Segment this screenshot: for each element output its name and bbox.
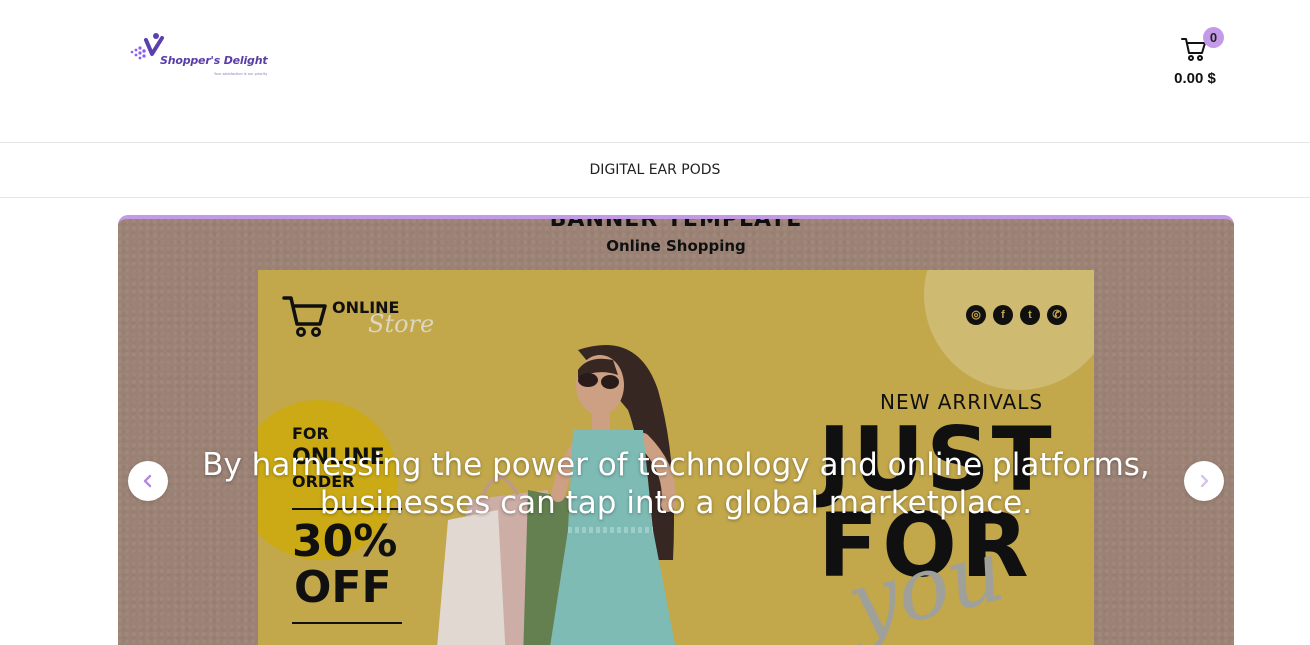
- caption-line: By harnessing the power of technology an…: [202, 447, 1150, 483]
- cart-widget[interactable]: 0 0.00 $: [1160, 26, 1230, 92]
- slide-overlay: [118, 219, 1234, 645]
- slider-next-button[interactable]: [1184, 461, 1224, 501]
- cart-total: 0.00 $: [1174, 70, 1216, 87]
- slider-prev-button[interactable]: [128, 461, 168, 501]
- cart-count-badge: 0: [1203, 27, 1224, 48]
- hero-slider: BANNER TEMPLATE Online Shopping ONLINE S…: [118, 215, 1234, 645]
- chevron-left-icon: [143, 474, 152, 488]
- slide-caption: By harnessing the power of technology an…: [118, 446, 1234, 522]
- caption-line: businesses can tap into a global marketp…: [319, 485, 1033, 521]
- chevron-right-icon: [1200, 474, 1209, 488]
- site-header: Shopper's Delight Your satisfaction is o…: [0, 0, 1310, 142]
- logo-name: Shopper's Delight: [160, 54, 268, 67]
- main-nav: DIGITAL EAR PODS: [0, 142, 1310, 198]
- nav-item-digital-ear-pods[interactable]: DIGITAL EAR PODS: [590, 162, 721, 178]
- logo-tagline: Your satisfaction is our priority: [214, 72, 268, 76]
- site-logo[interactable]: Shopper's Delight Your satisfaction is o…: [126, 30, 276, 80]
